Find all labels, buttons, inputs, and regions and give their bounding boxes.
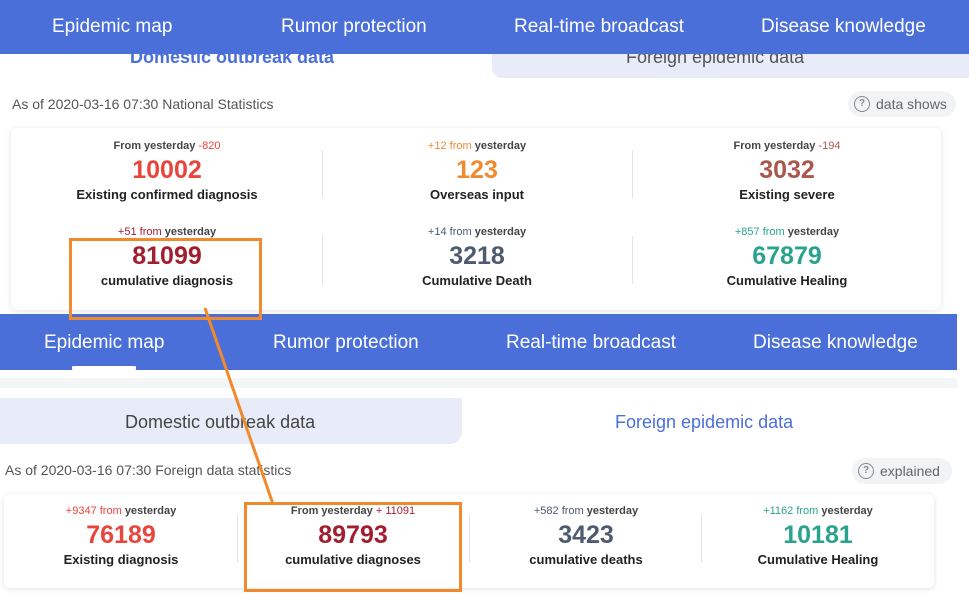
delta-value: +582 from <box>533 505 584 517</box>
stat-delta: +582 from yesterday <box>466 504 706 519</box>
top-nav-bar: Epidemic map Rumor protection Real-time … <box>0 0 969 54</box>
bottom-subtab-bar: Domestic outbreak data Foreign epidemic … <box>0 398 957 444</box>
top-nav-disease-knowledge[interactable]: Disease knowledge <box>761 16 926 38</box>
stat-delta: +1162 from yesterday <box>698 504 938 519</box>
delta-value: -820 <box>198 140 221 152</box>
top-divider-2 <box>632 150 633 198</box>
delta-pre: From yesterday <box>733 140 816 152</box>
stat-value: 67879 <box>752 242 822 270</box>
question-icon: ? <box>854 96 870 112</box>
delta-value: -194 <box>818 140 841 152</box>
top-nav-rumor-protection[interactable]: Rumor protection <box>281 16 427 38</box>
top-divider-4 <box>632 236 633 284</box>
stat-label: Overseas input <box>430 187 524 202</box>
delta-value: +12 from <box>427 140 472 152</box>
bottom-nav-rumor-protection[interactable]: Rumor protection <box>273 332 419 354</box>
delta-post: yesterday <box>821 505 873 517</box>
stat-label: Existing severe <box>739 187 835 202</box>
bottom-nav-real-time-broadcast[interactable]: Real-time broadcast <box>506 332 676 354</box>
bottom-nav-bar: Epidemic map Rumor protection Real-time … <box>0 314 957 370</box>
highlight-box-top <box>69 238 262 320</box>
stat-label: Cumulative Healing <box>726 273 848 288</box>
highlight-box-bottom <box>244 502 462 592</box>
delta-value: +51 from <box>117 226 162 238</box>
top-stats-line: As of 2020-03-16 07:30 National Statisti… <box>12 96 274 112</box>
bottom-stat-cell: +1162 from yesterday 10181 Cumulative Heal… <box>698 504 938 569</box>
delta-post: yesterday <box>474 226 527 238</box>
stat-label: cumulative deaths <box>529 552 643 567</box>
top-tab-domestic[interactable]: Domestic outbreak data <box>130 54 334 68</box>
stat-value: 10002 <box>132 156 202 184</box>
stat-delta: +857 from yesterday <box>667 225 907 240</box>
delta-post: yesterday <box>787 226 840 238</box>
stat-value: 3032 <box>759 156 815 184</box>
question-icon: ? <box>858 463 874 479</box>
top-stat-cell: +14 from yesterday 3218 Cumulative Death <box>357 225 597 290</box>
stat-delta: +9347 from yesterday <box>1 504 241 519</box>
delta-value: +9347 from <box>65 505 122 517</box>
stat-label: Existing diagnosis <box>63 552 179 567</box>
stat-value: 10181 <box>783 521 853 549</box>
bottom-nav-active-indicator <box>72 366 136 370</box>
bottom-stat-cell: +582 from yesterday 3423 cumulative deaths <box>466 504 706 569</box>
stat-value: 76189 <box>86 521 156 549</box>
top-nav-epidemic-map[interactable]: Epidemic map <box>52 16 172 38</box>
stat-delta: +14 from yesterday <box>357 225 597 240</box>
bottom-explained-label: explained <box>880 463 940 479</box>
delta-post: yesterday <box>124 505 177 517</box>
bottom-stat-cell: +9347 from yesterday 76189 Existing diagno… <box>1 504 241 569</box>
delta-post: yesterday <box>586 505 639 517</box>
top-divider-1 <box>322 150 323 198</box>
top-stat-cell: From yesterday -194 3032 Existing severe <box>667 139 907 204</box>
top-stat-cell: From yesterday -820 10002 Existing confirm… <box>47 139 287 204</box>
delta-value: +14 from <box>427 226 472 238</box>
bottom-tab-domestic[interactable]: Domestic outbreak data <box>125 412 315 433</box>
bottom-nav-epidemic-map[interactable]: Epidemic map <box>44 332 164 354</box>
top-stat-cell: +12 from yesterday 123 Overseas input <box>357 139 597 204</box>
bottom-tab-foreign[interactable]: Foreign epidemic data <box>615 412 793 433</box>
top-data-shows-label: data shows <box>876 96 947 112</box>
bottom-gap-strip <box>0 378 957 388</box>
stat-label: Cumulative Death <box>422 273 532 288</box>
top-tab-foreign[interactable]: Foreign epidemic data <box>626 54 804 68</box>
delta-pre: From yesterday <box>113 140 196 152</box>
bottom-stats-line: As of 2020-03-16 07:30 Foreign data stat… <box>5 462 292 478</box>
top-nav-real-time-broadcast[interactable]: Real-time broadcast <box>514 16 684 38</box>
stat-delta: From yesterday -194 <box>667 139 907 154</box>
bottom-explained-button[interactable]: ? explained <box>852 458 952 484</box>
stat-label: Cumulative Healing <box>757 552 879 567</box>
stat-value: 3218 <box>449 242 505 270</box>
stat-value: 3423 <box>558 521 614 549</box>
stat-label: Existing confirmed diagnosis <box>76 187 258 202</box>
top-stat-cell: +857 from yesterday 67879 Cumulative Heali… <box>667 225 907 290</box>
stat-delta: From yesterday -820 <box>47 139 287 154</box>
top-subtab-bar: Domestic outbreak data Foreign epidemic … <box>0 54 969 78</box>
top-data-shows-button[interactable]: ? data shows <box>848 91 956 117</box>
delta-post: yesterday <box>474 140 527 152</box>
top-divider-3 <box>322 236 323 284</box>
stat-value: 123 <box>456 156 498 184</box>
bottom-nav-disease-knowledge[interactable]: Disease knowledge <box>753 332 918 354</box>
stat-delta: +12 from yesterday <box>357 139 597 154</box>
delta-value: +857 from <box>734 226 785 238</box>
delta-post: yesterday <box>164 226 217 238</box>
delta-value: +1162 from <box>763 505 819 517</box>
